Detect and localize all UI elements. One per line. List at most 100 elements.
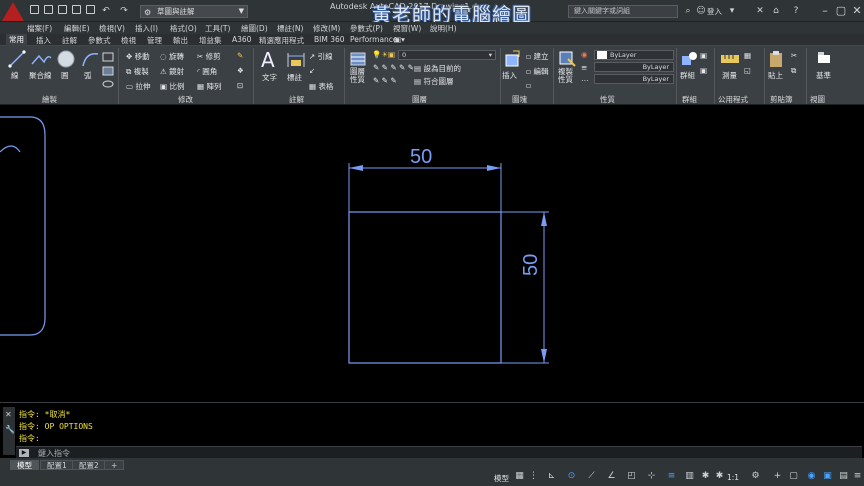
fillet-button[interactable]: ◜ 圓角: [197, 66, 217, 77]
scale-button[interactable]: ▣ 比例: [160, 81, 184, 92]
osnap-icon[interactable]: ◰: [626, 471, 637, 482]
menu-dimension[interactable]: 標註(N): [277, 23, 303, 34]
tab-featured-apps[interactable]: 精選應用程式: [259, 35, 304, 46]
leader-button[interactable]: ↗ 引線: [309, 51, 333, 62]
menu-draw[interactable]: 繪圖(D): [241, 23, 268, 34]
layer-tools-row2[interactable]: ✎ ✎ ✎: [373, 76, 397, 85]
annotation-scale[interactable]: 1:1: [727, 473, 739, 482]
isolate-icon[interactable]: ◉: [806, 471, 817, 482]
insert-block-icon[interactable]: [504, 50, 522, 68]
move-button[interactable]: ✥ 移動: [126, 51, 150, 62]
search-input[interactable]: 鍵入關鍵字或詞組: [568, 5, 678, 18]
properties-panel-title[interactable]: 性質: [600, 94, 615, 105]
tab-annotate[interactable]: 註解: [62, 35, 77, 46]
groups-panel-title[interactable]: 群組: [682, 94, 697, 105]
linetype-dropdown[interactable]: ByLayer: [594, 74, 674, 84]
edit-block-button[interactable]: ▫ 編輯: [526, 66, 548, 77]
isodraft-icon[interactable]: ⟋: [586, 471, 597, 482]
tab-insert[interactable]: 插入: [36, 35, 51, 46]
add-layout-icon[interactable]: +: [104, 460, 125, 470]
hatch-icon[interactable]: [102, 66, 114, 76]
menu-window[interactable]: 視窗(W): [393, 23, 421, 34]
circle-button-label[interactable]: 圓: [61, 70, 69, 81]
table-button[interactable]: ▦ 表格: [309, 81, 333, 92]
tab-view[interactable]: 檢視: [121, 35, 136, 46]
paste-icon[interactable]: [768, 50, 784, 68]
leader-list-icon[interactable]: ↙: [309, 66, 315, 75]
undo-icon[interactable]: ↶: [100, 5, 112, 17]
tab-a360[interactable]: A360: [232, 35, 251, 44]
dimension-button-label[interactable]: 標註: [287, 72, 302, 83]
group-icon[interactable]: [680, 50, 698, 68]
base-view-icon[interactable]: [816, 51, 832, 65]
lineweight-toggle-icon[interactable]: ⊹: [646, 471, 657, 482]
create-block-button[interactable]: ▫ 建立: [526, 51, 548, 62]
utility-select-icon[interactable]: ◱: [744, 66, 751, 75]
tab-output[interactable]: 輸出: [173, 35, 188, 46]
close-button[interactable]: ✕: [850, 3, 864, 18]
stretch-button[interactable]: ▭ 拉伸: [126, 81, 150, 92]
cut-icon[interactable]: ✂: [791, 51, 797, 60]
selection-cycling-icon[interactable]: ▥: [684, 471, 695, 482]
match-properties-label[interactable]: 複製 性質: [558, 68, 573, 84]
color-palette-icon[interactable]: ◉: [581, 50, 588, 59]
tab-layout1[interactable]: 配置1: [40, 460, 74, 470]
drawing-canvas[interactable]: 50 50: [0, 106, 864, 402]
menu-edit[interactable]: 編輯(E): [64, 23, 90, 34]
dropdown-icon[interactable]: ▾: [726, 5, 738, 17]
circle-icon[interactable]: [56, 49, 76, 69]
annotation-visibility-icon[interactable]: ✱: [700, 471, 711, 482]
dimension-icon[interactable]: [286, 52, 306, 68]
command-window-handle[interactable]: ✕ 🔧: [3, 407, 15, 455]
tab-layout2[interactable]: 配置2: [72, 460, 106, 470]
offset-icon[interactable]: ⊡: [237, 81, 243, 90]
paste-button-label[interactable]: 貼上: [768, 70, 783, 81]
array-button[interactable]: ▦ 陣列: [197, 81, 221, 92]
make-current-button[interactable]: ▤ 設為目前的: [414, 63, 461, 74]
tab-model[interactable]: 模型: [10, 460, 39, 470]
ribbon-toggle-icon[interactable]: ▣▾: [394, 35, 405, 44]
tab-parametric[interactable]: 參數式: [88, 35, 111, 46]
utilities-panel-title[interactable]: 公用程式: [718, 94, 748, 105]
tab-manage[interactable]: 管理: [147, 35, 162, 46]
menu-file[interactable]: 檔案(F): [27, 23, 52, 34]
transparency-icon[interactable]: ≡: [666, 471, 677, 482]
measure-icon[interactable]: [720, 52, 740, 66]
copy-clip-icon[interactable]: ⧉: [791, 66, 796, 76]
layer-tools-row1[interactable]: ✎ ✎ ✎ ✎ ✎: [373, 63, 414, 72]
wrench-icon[interactable]: 🔧: [5, 425, 15, 434]
rectangle-icon[interactable]: [102, 52, 114, 62]
close-icon[interactable]: ✕: [5, 410, 12, 419]
line-button-label[interactable]: 線: [11, 70, 19, 81]
new-file-icon[interactable]: [30, 5, 39, 14]
base-button-label[interactable]: 基準: [816, 70, 831, 81]
menu-tools[interactable]: 工具(T): [205, 23, 230, 34]
clean-screen-icon[interactable]: ▤: [838, 471, 849, 482]
ungroup-icon[interactable]: ▣: [700, 51, 707, 60]
command-input[interactable]: ▶ 鍵入指令: [16, 446, 862, 458]
tab-home[interactable]: 常用: [6, 34, 27, 46]
layer-properties-icon[interactable]: [350, 52, 366, 66]
text-button-label[interactable]: 文字: [262, 72, 277, 83]
erase-icon[interactable]: ✎: [237, 51, 243, 60]
layers-panel-title[interactable]: 圖層: [412, 94, 427, 105]
user-icon[interactable]: ☺: [695, 5, 707, 17]
layer-properties-label[interactable]: 圖層 性質: [350, 68, 365, 84]
model-space-button[interactable]: 模型: [494, 473, 509, 484]
dim-h-text[interactable]: 50: [410, 146, 432, 169]
menu-insert[interactable]: 插入(I): [135, 23, 158, 34]
login-button[interactable]: 登入: [707, 6, 722, 17]
line-icon[interactable]: [8, 50, 26, 68]
group-edit-icon[interactable]: ▣: [700, 66, 707, 75]
block-panel-title[interactable]: 圖塊: [512, 94, 527, 105]
workspace-switch-icon[interactable]: ⚙: [750, 471, 761, 482]
view-panel-title[interactable]: 視圖: [810, 94, 825, 105]
workspace-dropdown[interactable]: ⚙ 草圖與註解 ▼: [140, 5, 248, 18]
group-button-label[interactable]: 群組: [680, 70, 695, 81]
ortho-icon[interactable]: ⊾: [546, 471, 557, 482]
menu-help[interactable]: 說明(H): [430, 23, 457, 34]
customize-icon[interactable]: ≡: [852, 471, 863, 482]
menu-view[interactable]: 檢視(V): [99, 23, 125, 34]
layer-dropdown[interactable]: 0 ▾: [398, 50, 496, 60]
menu-parametric[interactable]: 參數式(P): [350, 23, 383, 34]
